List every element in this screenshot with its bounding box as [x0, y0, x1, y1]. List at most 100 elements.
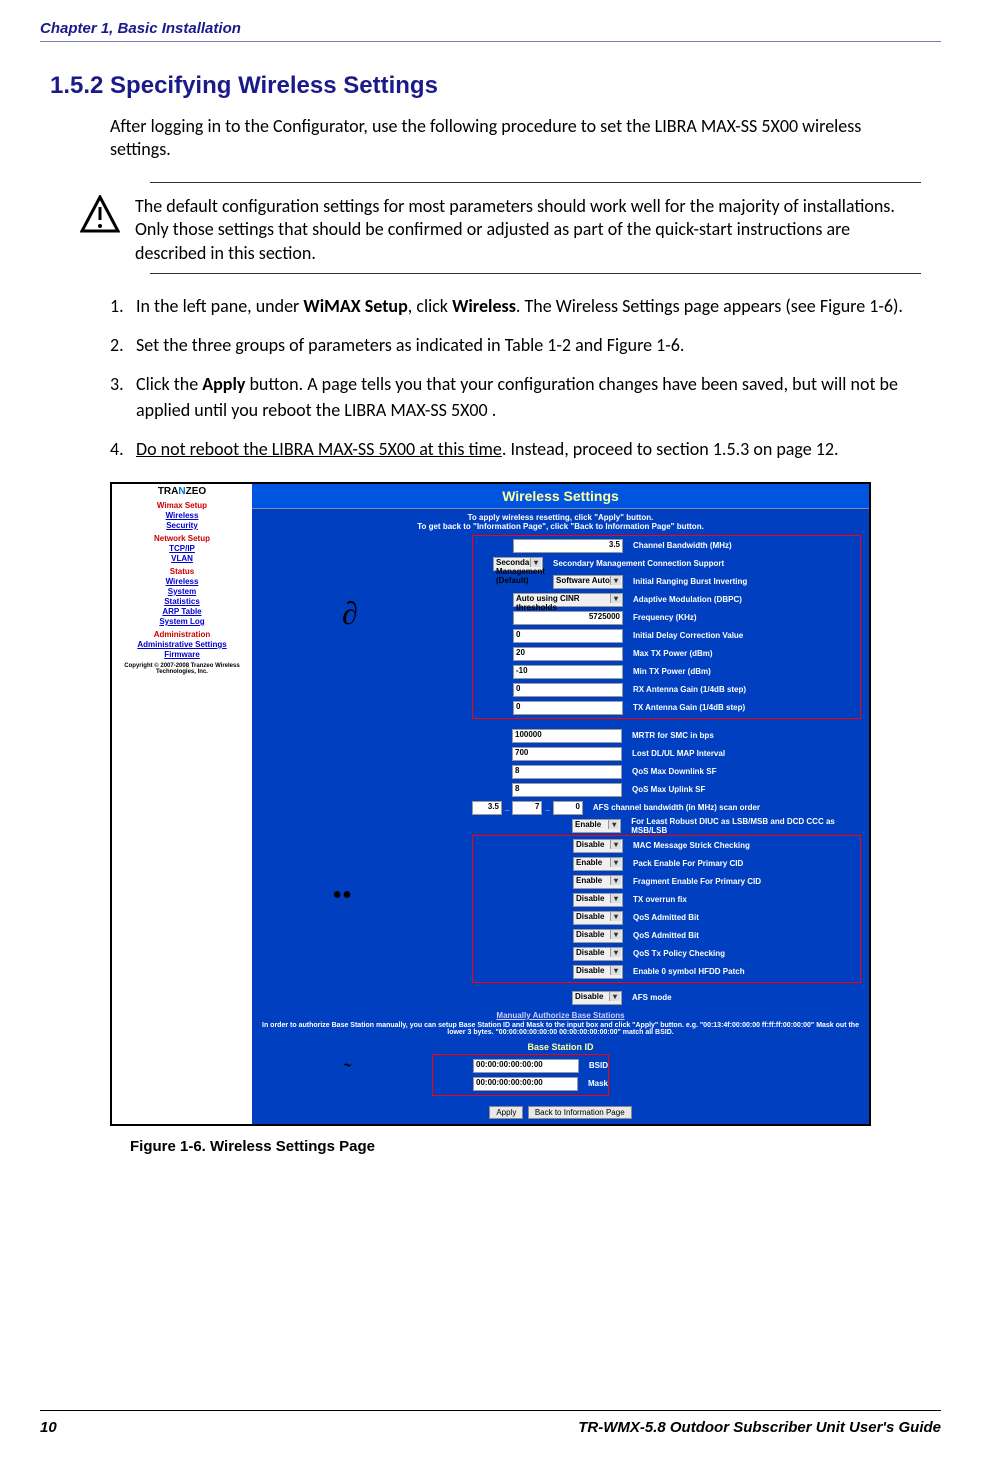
base-station-title: Base Station ID	[252, 1042, 869, 1052]
mask-label: Mask	[588, 1079, 608, 1088]
fragment-enable-select[interactable]: Enable	[573, 875, 623, 889]
config-sidebar: TRANZEO Wimax Setup Wireless Security Ne…	[112, 484, 252, 1124]
lost-map-label: Lost DL/UL MAP Interval	[632, 749, 725, 758]
annotation-3: ˜	[342, 1060, 350, 1087]
annotation-2: ••	[332, 880, 352, 912]
header-rule	[40, 41, 941, 42]
least-robust-select[interactable]: Enable	[572, 819, 621, 833]
adaptive-mod-select[interactable]: Auto using CINR thresholds	[513, 593, 623, 607]
step-1: 1. In the left pane, under WiMAX Setup, …	[110, 294, 921, 319]
footer-title: TR-WMX-5.8 Outdoor Subscriber Unit User'…	[578, 1419, 941, 1436]
adaptive-mod-label: Adaptive Modulation (DBPC)	[633, 595, 742, 604]
tx-antenna-label: TX Antenna Gain (1/4dB step)	[633, 703, 745, 712]
sidebar-adminset-link[interactable]: Administrative Settings	[114, 640, 250, 649]
sidebar-firmware-link[interactable]: Firmware	[114, 650, 250, 659]
initial-delay-label: Initial Delay Correction Value	[633, 631, 743, 640]
step-3: 3. Click the Apply button. A page tells …	[110, 372, 921, 422]
qos-admitted-select[interactable]: Disable	[573, 911, 623, 925]
sidebar-system-link[interactable]: System	[114, 587, 250, 596]
bs-disclaimer: In order to authorize Base Station manua…	[252, 1020, 869, 1038]
secondary-mgmt-label: Secondary Management Connection Support	[553, 559, 724, 568]
rx-antenna-input[interactable]: 0	[513, 683, 623, 697]
intro-paragraph: After logging in to the Configurator, us…	[110, 115, 921, 162]
sidebar-admin-heading: Administration	[114, 630, 250, 639]
qos-dl-input[interactable]: 8	[512, 765, 622, 779]
sidebar-tcpip-link[interactable]: TCP/IP	[114, 544, 250, 553]
manual-authorize-link[interactable]: Manually Authorize Base Stations	[252, 1011, 869, 1020]
bsid-input[interactable]: 00:00:00:00:00:00	[473, 1059, 579, 1073]
tx-overrun-label: TX overrun fix	[633, 895, 687, 904]
step-4: 4. Do not reboot the LIBRA MAX-SS 5X00 a…	[110, 437, 921, 462]
channel-bandwidth-input[interactable]: 3.5	[513, 539, 623, 553]
qos-admitted-label: QoS Admitted Bit	[633, 913, 699, 922]
sidebar-vlan-link[interactable]: VLAN	[114, 554, 250, 563]
settings-group-2: DisableMAC Message Strick Checking Enabl…	[472, 835, 861, 983]
initial-delay-input[interactable]: 0	[513, 629, 623, 643]
qos-ul-input[interactable]: 8	[512, 783, 622, 797]
back-button[interactable]: Back to Information Page	[528, 1106, 632, 1119]
least-robust-label: For Least Robust DIUC as LSB/MSB and DCD…	[631, 817, 869, 835]
tx-antenna-input[interactable]: 0	[513, 701, 623, 715]
sidebar-security-link[interactable]: Security	[114, 521, 250, 530]
min-tx-input[interactable]: -10	[513, 665, 623, 679]
afs-bw-3-input[interactable]: 0	[553, 801, 583, 815]
qos-admitted2-label: QoS Admitted Bit	[633, 931, 699, 940]
tx-overrun-select[interactable]: Disable	[573, 893, 623, 907]
annotation-1: ∂	[342, 595, 358, 632]
copyright-text: Copyright © 2007-2008 Tranzeo Wireless T…	[114, 663, 250, 675]
sidebar-arp-link[interactable]: ARP Table	[114, 607, 250, 616]
sidebar-syslog-link[interactable]: System Log	[114, 617, 250, 626]
pack-enable-label: Pack Enable For Primary CID	[633, 859, 743, 868]
page-subtitle: To apply wireless resetting, click "Appl…	[252, 509, 869, 535]
sidebar-statistics-link[interactable]: Statistics	[114, 597, 250, 606]
mrtr-input[interactable]: 100000	[512, 729, 622, 743]
rx-antenna-label: RX Antenna Gain (1/4dB step)	[633, 685, 746, 694]
footer-rule	[40, 1410, 941, 1411]
bsid-label: BSID	[589, 1061, 608, 1070]
afs-bw-2-input[interactable]: 7	[512, 801, 542, 815]
chapter-header: Chapter 1, Basic Installation	[40, 20, 941, 37]
pack-enable-select[interactable]: Enable	[573, 857, 623, 871]
mrtr-label: MRTR for SMC in bps	[632, 731, 714, 740]
note-block: The default configuration settings for m…	[150, 182, 921, 274]
sidebar-network-heading: Network Setup	[114, 534, 250, 543]
max-tx-label: Max TX Power (dBm)	[633, 649, 713, 658]
qos-dl-label: QoS Max Downlink SF	[632, 767, 716, 776]
lost-map-input[interactable]: 700	[512, 747, 622, 761]
step-2: 2. Set the three groups of parameters as…	[110, 333, 921, 358]
wireless-settings-screenshot: TRANZEO Wimax Setup Wireless Security Ne…	[110, 482, 871, 1126]
mask-input[interactable]: 00:00:00:00:00:00	[473, 1077, 578, 1091]
sidebar-wimax-heading: Wimax Setup	[114, 501, 250, 510]
sidebar-wireless-link[interactable]: Wireless	[114, 511, 250, 520]
warning-icon	[80, 195, 120, 240]
logo: TRANZEO	[114, 486, 250, 497]
initial-ranging-label: Initial Ranging Burst Inverting	[633, 577, 747, 586]
sidebar-status-heading: Status	[114, 567, 250, 576]
afs-bw-label: AFS channel bandwidth (in MHz) scan orde…	[593, 803, 760, 812]
initial-ranging-select[interactable]: Software Auto	[553, 575, 623, 589]
frequency-label: Frequency (KHz)	[633, 613, 697, 622]
apply-button[interactable]: Apply	[489, 1106, 523, 1119]
mac-check-select[interactable]: Disable	[573, 839, 623, 853]
min-tx-label: Min TX Power (dBm)	[633, 667, 711, 676]
settings-group-1: 3.5 Channel Bandwidth (MHz) Secondary Man…	[472, 535, 861, 719]
qos-tx-policy-select[interactable]: Disable	[573, 947, 623, 961]
qos-tx-policy-label: QoS Tx Policy Checking	[633, 949, 725, 958]
afs-mode-select[interactable]: Disable	[572, 991, 622, 1005]
max-tx-input[interactable]: 20	[513, 647, 623, 661]
sidebar-wireless2-link[interactable]: Wireless	[114, 577, 250, 586]
qos-admitted2-select[interactable]: Disable	[573, 929, 623, 943]
hfdd-patch-label: Enable 0 symbol HFDD Patch	[633, 967, 745, 976]
settings-group-3: 00:00:00:00:00:00 BSID 00:00:00:00:00:00 M…	[432, 1054, 609, 1096]
page-footer: 10 TR-WMX-5.8 Outdoor Subscriber Unit Us…	[40, 1419, 941, 1436]
fragment-enable-label: Fragment Enable For Primary CID	[633, 877, 761, 886]
steps-list: 1. In the left pane, under WiMAX Setup, …	[110, 294, 921, 462]
channel-bandwidth-label: Channel Bandwidth (MHz)	[633, 541, 732, 550]
frequency-input[interactable]: 5725000	[513, 611, 623, 625]
note-text: The default configuration settings for m…	[135, 195, 921, 265]
hfdd-patch-select[interactable]: Disable	[573, 965, 623, 979]
secondary-mgmt-select[interactable]: Secondary Management (Default)	[493, 557, 543, 571]
figure-caption: Figure 1-6. Wireless Settings Page	[130, 1138, 941, 1155]
page-number: 10	[40, 1419, 57, 1436]
afs-bw-1-input[interactable]: 3.5	[472, 801, 502, 815]
